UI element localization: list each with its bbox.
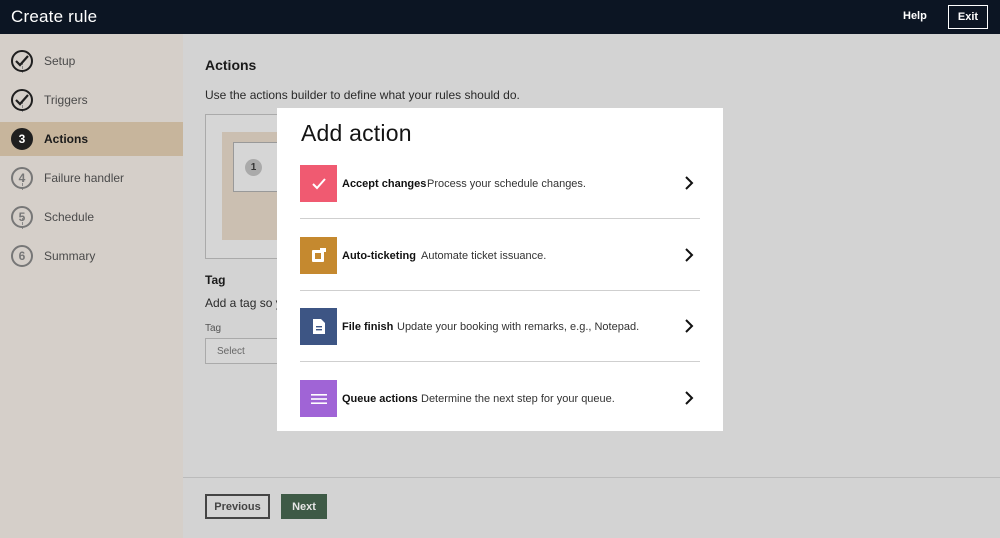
- check-icon: [11, 89, 33, 111]
- add-action-modal: Add action Accept changes Process your s…: [277, 108, 723, 431]
- option-name: Accept changes: [342, 178, 427, 190]
- option-queue-actions[interactable]: Queue actions Determine the next step fo…: [300, 380, 700, 451]
- chevron-right-icon: [682, 389, 696, 407]
- step-number: 5: [11, 206, 33, 228]
- option-name: Queue actions: [342, 393, 418, 405]
- step-number: 6: [11, 245, 33, 267]
- tag-field-label: Tag: [205, 323, 222, 334]
- page-title: Create rule: [11, 7, 98, 26]
- steps-sidebar: Setup Triggers 3 Actions 4 Failure handl…: [0, 34, 183, 538]
- section-heading: Actions: [205, 57, 257, 73]
- footer-divider: [183, 477, 1000, 478]
- chevron-right-icon: [682, 174, 696, 192]
- option-description: Determine the next step for your queue.: [421, 393, 615, 405]
- option-accept-changes[interactable]: Accept changes Process your schedule cha…: [300, 165, 700, 236]
- option-divider: [300, 218, 700, 219]
- list-icon: [300, 380, 337, 417]
- step-label: Failure handler: [44, 171, 125, 185]
- document-icon: [300, 308, 337, 345]
- chevron-right-icon: [682, 246, 696, 264]
- exit-button[interactable]: Exit: [948, 5, 988, 29]
- modal-title: Add action: [301, 120, 412, 146]
- tag-description: Add a tag so y: [205, 296, 282, 310]
- top-header: Create rule Help Exit: [0, 0, 1000, 34]
- step-actions[interactable]: 3 Actions: [0, 122, 183, 156]
- chevron-right-icon: [682, 317, 696, 335]
- option-name: Auto-ticketing: [342, 250, 416, 262]
- step-number: 3: [11, 128, 33, 150]
- slot-number: 1: [245, 159, 262, 176]
- step-setup[interactable]: Setup: [0, 44, 183, 78]
- next-button[interactable]: Next: [281, 494, 327, 519]
- step-label: Schedule: [44, 210, 95, 224]
- tag-heading: Tag: [205, 273, 226, 287]
- option-auto-ticketing[interactable]: Auto-ticketing Automate ticket issuance.: [300, 237, 700, 308]
- check-icon: [11, 50, 33, 72]
- option-file-finish[interactable]: File finish Update your booking with rem…: [300, 308, 700, 379]
- option-description: Automate ticket issuance.: [421, 250, 547, 262]
- step-triggers[interactable]: Triggers: [0, 83, 183, 117]
- check-icon: [300, 165, 337, 202]
- step-label: Setup: [44, 54, 76, 68]
- step-label: Summary: [44, 249, 96, 263]
- step-label: Actions: [44, 132, 89, 146]
- help-link[interactable]: Help: [903, 10, 927, 22]
- step-label: Triggers: [44, 93, 88, 107]
- step-failure-handler[interactable]: 4 Failure handler: [0, 161, 183, 195]
- previous-button[interactable]: Previous: [205, 494, 270, 519]
- option-description: Update your booking with remarks, e.g., …: [397, 321, 640, 333]
- step-summary[interactable]: 6 Summary: [0, 239, 183, 273]
- ticket-icon: [300, 237, 337, 274]
- step-number: 4: [11, 167, 33, 189]
- option-name: File finish: [342, 321, 394, 333]
- section-description: Use the actions builder to define what y…: [205, 88, 520, 102]
- option-divider: [300, 361, 700, 362]
- step-schedule[interactable]: 5 Schedule: [0, 200, 183, 234]
- option-divider: [300, 290, 700, 291]
- option-description: Process your schedule changes.: [427, 178, 586, 190]
